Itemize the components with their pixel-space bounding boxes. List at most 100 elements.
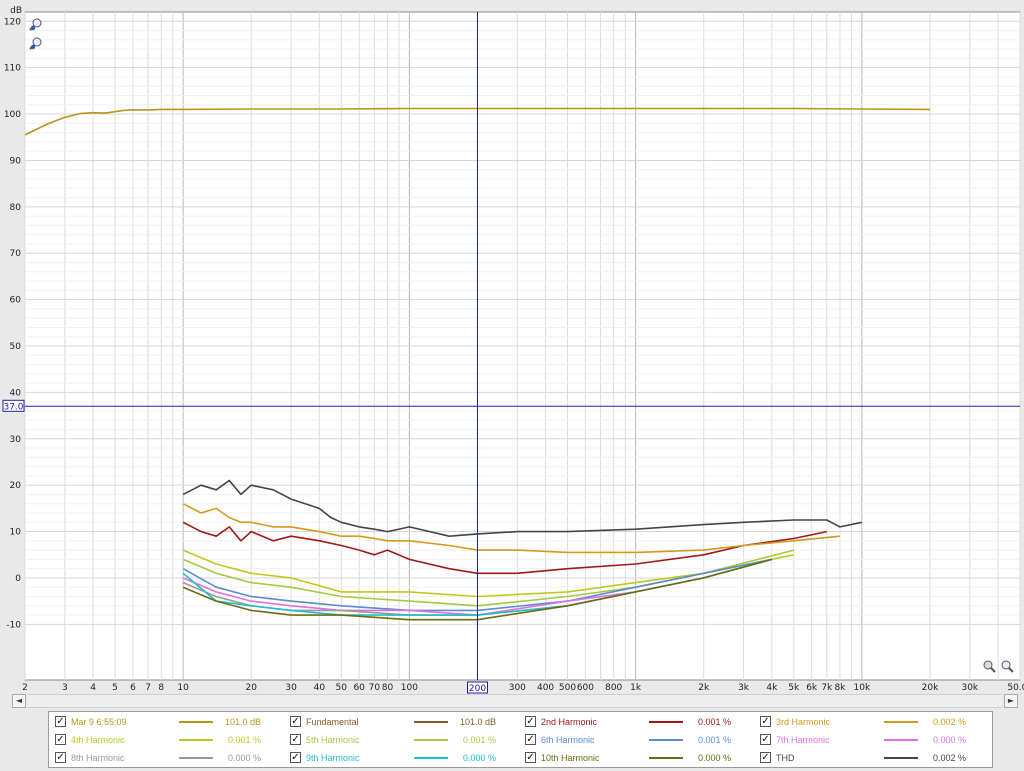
x-tick-label: 8k (834, 683, 846, 693)
y-tick-label: 110 (4, 64, 21, 74)
legend-item[interactable]: ✓ 2nd Harmonic 0.001 % (521, 713, 756, 731)
y-tick-label: 60 (10, 296, 22, 306)
x-tick-label: 1k (630, 683, 642, 693)
x-tick-label: 30 (285, 683, 297, 693)
y-tick-label: 70 (10, 249, 22, 259)
legend-item[interactable]: ✓ 5th Harmonic 0.001 % (286, 731, 521, 749)
legend-value: 0.001 % (227, 735, 261, 745)
y-tick-label: 90 (10, 156, 22, 166)
x-tick-label: 10 (177, 683, 189, 693)
scroll-right-button[interactable]: ► (1004, 694, 1018, 708)
legend-checkbox[interactable]: ✓ (290, 716, 301, 727)
legend-value: 0.000 % (697, 753, 731, 763)
legend-swatch (414, 721, 448, 723)
legend-swatch (884, 739, 918, 741)
x-tick-label: 7 (145, 683, 151, 693)
legend-item[interactable]: ✓ 4th Harmonic 0.001 % (51, 731, 286, 749)
legend-value: 0.000 % (932, 735, 966, 745)
legend-swatch (884, 757, 918, 759)
x-tick-label: 600 (577, 683, 594, 693)
legend-swatch (649, 721, 683, 723)
legend-checkbox[interactable]: ✓ (525, 752, 536, 763)
legend-checkbox[interactable]: ✓ (525, 734, 536, 745)
legend-label: 2nd Harmonic (541, 717, 598, 727)
zoom-out-icon[interactable] (29, 36, 43, 50)
y-tick-label: 30 (10, 435, 22, 445)
legend-checkbox[interactable]: ✓ (760, 734, 771, 745)
y-tick-label: 100 (4, 110, 21, 120)
legend-swatch (884, 721, 918, 723)
legend-item[interactable]: ✓ 10th Harmonic 0.000 % (521, 749, 756, 767)
legend-value: 101.0 dB (459, 717, 496, 727)
legend-label: 8th Harmonic (71, 753, 125, 763)
y-cursor-label: 37.0 (3, 402, 23, 412)
legend-label: 5th Harmonic (306, 735, 360, 745)
x-tick-label: 2 (22, 683, 28, 693)
legend-value: 0.001 % (462, 735, 496, 745)
legend-item[interactable]: ✓ THD 0.002 % (756, 749, 991, 767)
x-tick-label: 20k (922, 683, 939, 693)
y-tick-label: 10 (10, 528, 22, 538)
x-tick-label: 7k (821, 683, 833, 693)
legend-swatch (179, 757, 213, 759)
legend-item[interactable]: ✓ 3rd Harmonic 0.002 % (756, 713, 991, 731)
legend-swatch (414, 757, 448, 759)
legend-value: 0.000 % (227, 753, 261, 763)
y-tick-label: 20 (10, 481, 22, 491)
legend-label: 7th Harmonic (776, 735, 830, 745)
legend-label: 10th Harmonic (541, 753, 600, 763)
legend-checkbox[interactable]: ✓ (760, 752, 771, 763)
scroll-left-button[interactable]: ◄ (12, 694, 26, 708)
legend-swatch (414, 739, 448, 741)
legend-label: Mar 9 6:55:09 (71, 717, 127, 727)
zoom-x-out-icon[interactable] (982, 659, 996, 673)
legend-item[interactable]: ✓ Mar 9 6:55:09 101.0 dB (51, 713, 286, 731)
legend-item[interactable]: ✓ 9th Harmonic 0.000 % (286, 749, 521, 767)
x-tick-label: 2k (698, 683, 710, 693)
x-tick-label: 400 (537, 683, 554, 693)
legend-checkbox[interactable]: ✓ (525, 716, 536, 727)
x-tick-label: 6k (806, 683, 818, 693)
legend-checkbox[interactable]: ✓ (55, 734, 66, 745)
legend-panel: ✓ Mar 9 6:55:09 101.0 dB ✓ Fundamental 101.0 … (48, 711, 993, 768)
legend-item[interactable]: ✓ 6th Harmonic 0.001 % (521, 731, 756, 749)
x-tick-label: 300 (509, 683, 526, 693)
legend-checkbox[interactable]: ✓ (290, 752, 301, 763)
zoom-x-in-icon[interactable] (1000, 659, 1014, 673)
legend-value: 101.0 dB (224, 717, 261, 727)
legend-checkbox[interactable]: ✓ (760, 716, 771, 727)
y-tick-label: 40 (10, 388, 22, 398)
legend-item[interactable]: ✓ 8th Harmonic 0.000 % (51, 749, 286, 767)
legend-value: 0.002 % (932, 717, 966, 727)
x-tick-label: 70 (369, 683, 381, 693)
y-axis-unit: dB (10, 6, 22, 16)
horizontal-scrollbar[interactable] (28, 694, 1002, 708)
x-tick-label: 8 (158, 683, 164, 693)
legend-value: 0.001 % (697, 717, 731, 727)
legend-item[interactable]: ✓ Fundamental 101.0 dB (286, 713, 521, 731)
x-tick-label: 3 (62, 683, 68, 693)
zoom-in-icon[interactable] (29, 17, 43, 31)
x-tick-label: 5k (788, 683, 800, 693)
x-tick-label: 100 (401, 683, 418, 693)
legend-swatch (179, 739, 213, 741)
legend-checkbox[interactable]: ✓ (55, 716, 66, 727)
legend-label: THD (776, 753, 795, 763)
legend-checkbox[interactable]: ✓ (55, 752, 66, 763)
legend-checkbox[interactable]: ✓ (290, 734, 301, 745)
legend-label: 3rd Harmonic (776, 717, 831, 727)
x-tick-label: 4 (90, 683, 96, 693)
legend-value: 0.001 % (697, 735, 731, 745)
x-tick-label: 40 (314, 683, 326, 693)
legend-label: 6th Harmonic (541, 735, 595, 745)
legend-item[interactable]: ✓ 7th Harmonic 0.000 % (756, 731, 991, 749)
legend-swatch (649, 739, 683, 741)
x-tick-label: 30k (961, 683, 978, 693)
x-tick-label: 6 (130, 683, 136, 693)
x-tick-label: 5 (112, 683, 118, 693)
legend-swatch (649, 757, 683, 759)
harmonic-distortion-plot[interactable]: 1201101009080706050403020100-102 3 4 5 6 7 8 10… (0, 0, 1024, 771)
x-tick-label: 500 (559, 683, 576, 693)
x-tick-label: 60 (353, 683, 365, 693)
legend-value: 0.000 % (462, 753, 496, 763)
